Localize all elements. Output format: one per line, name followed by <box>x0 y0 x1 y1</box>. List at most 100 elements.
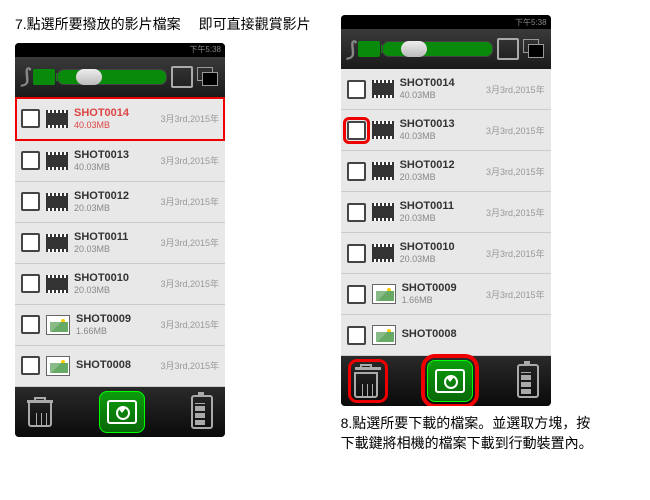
checkbox[interactable] <box>21 109 40 128</box>
step7-text: 7.點選所要撥放的影片檔案 即可直接觀賞影片 <box>15 15 311 35</box>
file-row[interactable]: SHOT0008 <box>341 315 551 356</box>
checkbox[interactable] <box>347 244 366 263</box>
status-bar: 下午5:38 <box>15 43 225 57</box>
file-name: SHOT0008 <box>76 359 154 372</box>
file-size: 20.03MB <box>400 254 480 265</box>
delete-button[interactable] <box>353 364 383 398</box>
tabs-icon[interactable] <box>523 39 545 59</box>
film-icon <box>372 203 394 221</box>
back-icon[interactable]: ⟆ <box>21 64 29 89</box>
file-size: 1.66MB <box>402 295 480 306</box>
file-row[interactable]: SHOT001440.03MB3月3rd,2015年 <box>15 97 225 141</box>
film-icon <box>46 152 68 170</box>
checkbox[interactable] <box>347 121 366 140</box>
slider[interactable] <box>57 69 167 85</box>
file-row[interactable]: SHOT00091.66MB3月3rd,2015年 <box>341 274 551 315</box>
file-list[interactable]: SHOT001440.03MB3月3rd,2015年SHOT001340.03M… <box>341 69 551 356</box>
file-row[interactable]: SHOT001020.03MB3月3rd,2015年 <box>15 264 225 305</box>
file-meta: SHOT001220.03MB <box>74 190 154 214</box>
file-date: 3月3rd,2015年 <box>486 247 545 260</box>
checkbox[interactable] <box>21 315 40 334</box>
bottom-bar <box>15 387 225 437</box>
file-name: SHOT0008 <box>402 328 539 341</box>
checkbox[interactable] <box>21 151 40 170</box>
file-size: 20.03MB <box>74 244 154 255</box>
slider-area <box>358 41 492 57</box>
file-row[interactable]: SHOT0008 3月3rd,2015年 <box>15 346 225 387</box>
checkbox[interactable] <box>347 203 366 222</box>
file-meta: SHOT0008 <box>76 359 154 372</box>
file-row[interactable]: SHOT001440.03MB 3月3rd,2015年 <box>341 69 551 110</box>
file-row[interactable]: SHOT001340.03MB 3月3rd,2015年 <box>341 110 551 151</box>
file-size: 20.03MB <box>400 213 480 224</box>
back-icon[interactable]: ⟆ <box>347 37 355 62</box>
download-button[interactable] <box>427 360 473 402</box>
photo-icon <box>46 315 70 335</box>
file-meta: SHOT001440.03MB <box>400 77 480 101</box>
camera-icon <box>358 41 380 57</box>
file-date: 3月3rd,2015年 <box>160 318 219 331</box>
device-icon[interactable] <box>171 66 193 88</box>
file-row[interactable]: SHOT001120.03MB 3月3rd,2015年 <box>341 192 551 233</box>
delete-button[interactable] <box>27 397 53 427</box>
file-meta: SHOT001440.03MB <box>74 107 154 131</box>
checkbox[interactable] <box>347 285 366 304</box>
slider-thumb[interactable] <box>76 69 102 85</box>
file-meta: SHOT001340.03MB <box>400 118 480 142</box>
photo-icon <box>46 356 70 376</box>
checkbox[interactable] <box>21 356 40 375</box>
file-meta: SHOT001120.03MB <box>74 231 154 255</box>
file-size: 40.03MB <box>400 90 480 101</box>
slider[interactable] <box>382 41 492 57</box>
file-size: 1.66MB <box>76 326 154 337</box>
file-row[interactable]: SHOT001020.03MB 3月3rd,2015年 <box>341 233 551 274</box>
file-date: 3月3rd,2015年 <box>486 206 545 219</box>
device-icon[interactable] <box>497 38 519 60</box>
status-time: 下午5:38 <box>189 44 221 55</box>
toolbar: ⟆ <box>341 29 551 69</box>
slider-thumb[interactable] <box>401 41 427 57</box>
film-icon <box>372 244 394 262</box>
tabs-icon[interactable] <box>197 67 219 87</box>
slider-area <box>33 69 167 85</box>
checkbox[interactable] <box>21 274 40 293</box>
photo-icon <box>372 284 396 304</box>
film-icon <box>372 80 394 98</box>
page-container: 7.點選所要撥放的影片檔案 即可直接觀賞影片 下午5:38 ⟆ SHOT0014… <box>15 15 635 453</box>
file-name: SHOT0011 <box>400 200 480 213</box>
file-meta: SHOT001120.03MB <box>400 200 480 224</box>
file-date: 3月3rd,2015年 <box>486 124 545 137</box>
file-row[interactable]: SHOT001340.03MB3月3rd,2015年 <box>15 141 225 182</box>
file-row[interactable]: SHOT001220.03MB 3月3rd,2015年 <box>15 182 225 223</box>
file-row[interactable]: SHOT00091.66MB3月3rd,2015年 <box>15 305 225 346</box>
file-row[interactable]: SHOT001120.03MB3月3rd,2015年 <box>15 223 225 264</box>
checkbox[interactable] <box>347 80 366 99</box>
bottom-bar <box>341 356 551 406</box>
file-size: 20.03MB <box>400 172 480 183</box>
checkbox[interactable] <box>347 326 366 345</box>
file-name: SHOT0012 <box>74 190 154 203</box>
file-date: 3月3rd,2015年 <box>160 154 219 167</box>
file-date: 3月3rd,2015年 <box>486 83 545 96</box>
toolbar: ⟆ <box>15 57 225 97</box>
file-list[interactable]: SHOT001440.03MB3月3rd,2015年SHOT001340.03M… <box>15 97 225 387</box>
battery-icon <box>191 395 213 429</box>
film-icon <box>372 162 394 180</box>
file-date: 3月3rd,2015年 <box>160 359 219 372</box>
file-size: 20.03MB <box>74 285 154 296</box>
file-meta: SHOT001020.03MB <box>400 241 480 265</box>
file-name: SHOT0013 <box>400 118 480 131</box>
file-date: 3月3rd,2015年 <box>160 195 219 208</box>
left-column: 7.點選所要撥放的影片檔案 即可直接觀賞影片 下午5:38 ⟆ SHOT0014… <box>15 15 311 437</box>
file-meta: SHOT00091.66MB <box>402 282 480 306</box>
file-size: 40.03MB <box>74 162 154 173</box>
right-column: 下午5:38 ⟆ SHOT001440.03MB3月3rd,2015年SHOT0… <box>341 15 601 453</box>
file-size: 20.03MB <box>74 203 154 214</box>
file-size: 40.03MB <box>74 120 154 131</box>
checkbox[interactable] <box>347 162 366 181</box>
file-name: SHOT0011 <box>74 231 154 244</box>
checkbox[interactable] <box>21 192 40 211</box>
checkbox[interactable] <box>21 233 40 252</box>
download-button[interactable] <box>99 391 145 433</box>
file-row[interactable]: SHOT001220.03MB3月3rd,2015年 <box>341 151 551 192</box>
